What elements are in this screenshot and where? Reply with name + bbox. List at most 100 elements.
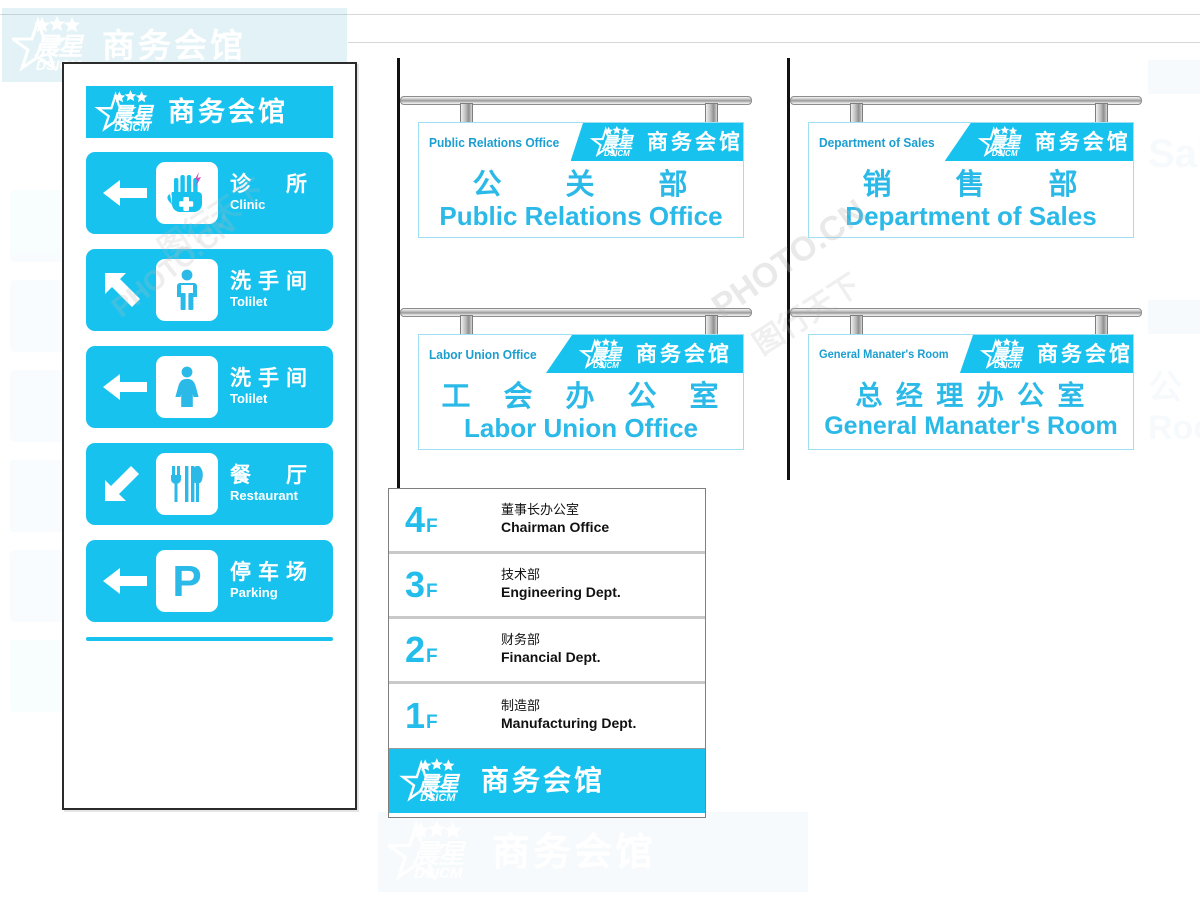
floor-label: 制造部 Manufacturing Dept. <box>501 699 705 733</box>
brand-name: 商务会馆 <box>1034 129 1131 154</box>
sign-name-en: Public Relations Office <box>439 200 723 231</box>
sign-main-text: 公 关 部 Public Relations Office <box>419 161 743 237</box>
direction-label-parking: 停车场 Parking <box>222 561 325 601</box>
hanging-sign-public-relations: Public Relations Office 晨星 DSICM 商务会馆 公 … <box>400 96 752 246</box>
panel-brand-header: 晨星 DSICM 商务会馆 <box>86 86 333 138</box>
logo-wordmark-en: DSICM <box>604 149 630 158</box>
sign-header-bar: Labor Union Office 晨星 DSICM 商务会馆 <box>419 335 743 373</box>
direction-label-clinic: 诊 所 Clinic <box>222 173 325 213</box>
floor-number: 2 F <box>397 632 501 668</box>
brand-name: 商务会馆 <box>1037 341 1133 366</box>
direction-label-restroom-men: 洗手间 Tolilet <box>222 270 325 310</box>
page-guide-line-top-right <box>860 14 1200 15</box>
direction-row-restaurant[interactable]: 餐 厅 Restaurant <box>86 443 333 525</box>
floor-label-cn: 财务部 <box>501 633 541 649</box>
sign-tab-slant <box>959 335 973 373</box>
hanging-sign-department-of-sales: Department of Sales 晨星 DSICM 商务会馆 销 售 部 … <box>790 96 1142 246</box>
arrow-left-icon <box>94 564 156 598</box>
logo-wordmark-en: DSICM <box>420 792 456 804</box>
sign-tab-slant <box>546 335 572 373</box>
sign-tab-slant <box>944 123 971 161</box>
direction-label-cn: 餐 厅 <box>230 463 314 488</box>
floor-label-cn: 技术部 <box>501 568 541 584</box>
sign-header-bar: Public Relations Office 晨星 DSICM 商务会馆 <box>419 123 743 161</box>
logo-wordmark-en: DSICM <box>593 361 619 370</box>
brand-name: 商务会馆 <box>636 341 732 366</box>
floor-label-en: Engineering Dept. <box>501 584 621 601</box>
floor-label: 技术部 Engineering Dept. <box>501 568 705 602</box>
floor-number-unit: F <box>426 646 438 667</box>
arrow-up-left-icon <box>94 269 156 311</box>
ghost-logo-banner-bottom: 晨星 DSICM 商务会馆 <box>378 812 808 922</box>
logo-mark: 晨星 DSICM <box>578 337 624 371</box>
mounting-rail <box>400 96 752 105</box>
direction-row-parking[interactable]: P 停车场 Parking <box>86 540 333 622</box>
ghost-sign-right-bottom: 公 Roo <box>1148 300 1200 500</box>
floor-number-unit: F <box>426 712 438 733</box>
direction-label-cn: 停车场 <box>230 560 314 585</box>
logo-wordmark-en: DSICM <box>114 122 150 134</box>
logo-mark: 晨星 DSICM <box>589 125 635 159</box>
sign-header-bar: General Manater's Room 晨星 DSICM 商务会馆 <box>809 335 1133 373</box>
floor-number-value: 2 <box>405 629 426 670</box>
direction-row-clinic[interactable]: 诊 所 Clinic <box>86 152 333 234</box>
direction-label-en: Parking <box>230 585 278 601</box>
direction-label-en: Clinic <box>230 197 266 213</box>
sign-main-text: 工 会 办 公 室 Labor Union Office <box>419 373 743 449</box>
floor-row[interactable]: 1 F 制造部 Manufacturing Dept. <box>389 684 705 749</box>
sign-tab-english: Public Relations Office <box>419 123 571 161</box>
floor-row[interactable]: 4 F 董事长办公室 Chairman Office <box>389 489 705 554</box>
arrow-left-icon <box>94 370 156 404</box>
sign-name-cn: 总 经 理 办 公 室 <box>855 381 1087 412</box>
sign-tab-label: General Manater's Room <box>819 347 949 361</box>
arrow-left-icon <box>94 176 156 210</box>
floor-label: 财务部 Financial Dept. <box>501 633 705 667</box>
directional-sign-panel: 晨星 DSICM 商务会馆 诊 所 Clinic 洗手间 Tolilet 洗手间… <box>62 62 357 810</box>
sign-name-cn: 工 会 办 公 室 <box>441 378 721 413</box>
sign-header-bar: Department of Sales 晨星 DSICM 商务会馆 <box>809 123 1133 161</box>
direction-row-restroom-men[interactable]: 洗手间 Tolilet <box>86 249 333 331</box>
direction-label-cn: 洗手间 <box>230 269 314 294</box>
logo-wordmark-en-ghost-bottom: DSICM <box>414 865 463 882</box>
floor-row[interactable]: 3 F 技术部 Engineering Dept. <box>389 554 705 619</box>
parking-p-icon: P <box>156 550 218 612</box>
direction-label-cn: 洗手间 <box>230 366 314 391</box>
sign-face: Labor Union Office 晨星 DSICM 商务会馆 工 会 办 公… <box>418 334 744 450</box>
fork-knife-icon <box>156 453 218 515</box>
arrow-down-left-icon <box>94 463 156 505</box>
logo-mark: 晨星 DSICM <box>399 757 461 805</box>
sign-face: General Manater's Room 晨星 DSICM 商务会馆 总 经… <box>808 334 1134 450</box>
logo-wordmark-en: DSICM <box>991 149 1018 158</box>
floor-row[interactable]: 2 F 财务部 Financial Dept. <box>389 619 705 684</box>
brand-name: 商务会馆 <box>647 129 743 154</box>
sign-tab-english: Department of Sales <box>809 123 945 161</box>
mounting-rail <box>790 96 1142 105</box>
floor-number-unit: F <box>426 581 438 602</box>
floor-label: 董事长办公室 Chairman Office <box>501 503 705 537</box>
sign-main-text: 销 售 部 Department of Sales <box>809 161 1133 237</box>
floor-label-en: Chairman Office <box>501 519 610 536</box>
direction-label-en: Tolilet <box>230 391 268 407</box>
sign-tab-label: Department of Sales <box>819 134 935 150</box>
direction-row-restroom-women[interactable]: 洗手间 Tolilet <box>86 346 333 428</box>
direction-label-en: Restaurant <box>230 488 298 504</box>
sign-name-en: Labor Union Office <box>464 412 698 443</box>
sign-face: Public Relations Office 晨星 DSICM 商务会馆 公 … <box>418 122 744 238</box>
page-guide-line-secondary <box>348 42 1200 43</box>
logo-wordmark-cn-ghost: 晨星 <box>34 33 83 61</box>
sign-tab-label: Labor Union Office <box>429 346 537 362</box>
brand-name-ghost: 商务会馆 <box>102 25 246 65</box>
sign-tab-slant <box>570 123 583 161</box>
hanging-sign-general-managers-room: General Manater's Room 晨星 DSICM 商务会馆 总 经… <box>790 308 1142 458</box>
mounting-rail <box>790 308 1142 317</box>
floor-number-value: 1 <box>405 695 426 736</box>
panel-bottom-rule <box>86 637 333 641</box>
sign-tab-english: General Manater's Room <box>809 335 960 373</box>
sign-name-en: General Manater's Room <box>824 412 1118 440</box>
artboard-canvas: 晨星 DSICM 商务会馆 Sal 公 Roo 晨星 DSI <box>0 0 1200 892</box>
ghost-sign-right-top: Sal <box>1148 60 1200 260</box>
floor-number-value: 3 <box>405 564 426 605</box>
floor-label-en: Financial Dept. <box>501 649 601 666</box>
svg-text:P: P <box>172 559 201 603</box>
floor-number: 3 F <box>397 567 501 603</box>
